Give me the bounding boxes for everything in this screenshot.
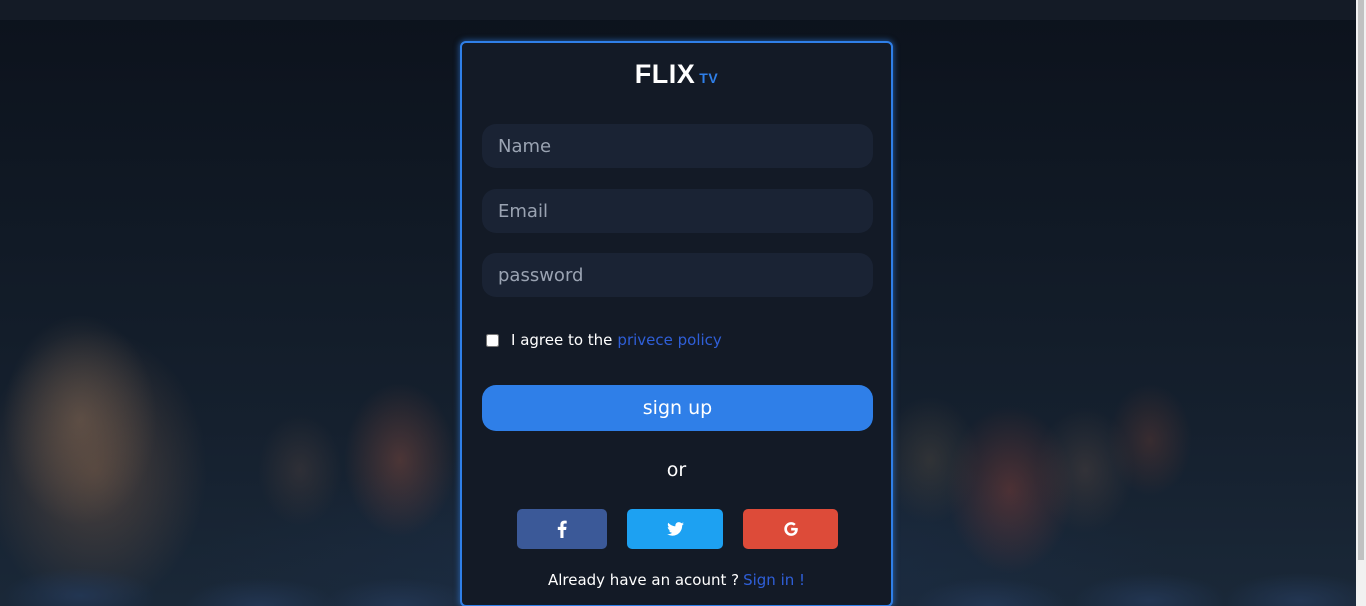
- email-field[interactable]: [482, 189, 873, 233]
- signin-prompt-text: Already have an acount ?: [547, 571, 740, 589]
- vertical-scrollbar[interactable]: [1356, 0, 1366, 606]
- signin-prompt: Already have an acount ? Sign in !: [462, 571, 891, 589]
- password-field[interactable]: [482, 253, 873, 297]
- agree-row: I agree to the privece policy: [486, 331, 722, 349]
- agree-label: I agree to the: [511, 331, 613, 349]
- signup-button[interactable]: sign up: [482, 385, 873, 431]
- scrollbar-thumb[interactable]: [1358, 0, 1364, 560]
- google-button[interactable]: [743, 509, 838, 549]
- brand-name: FLIX: [634, 59, 696, 89]
- signin-link[interactable]: Sign in !: [743, 571, 805, 589]
- agree-checkbox[interactable]: [486, 333, 499, 347]
- top-bar: [0, 0, 1356, 20]
- facebook-button[interactable]: [517, 509, 607, 549]
- twitter-button[interactable]: [627, 509, 723, 549]
- google-icon: [783, 521, 799, 537]
- privacy-policy-link[interactable]: privece policy: [617, 331, 721, 349]
- or-divider: or: [666, 459, 687, 481]
- signup-card: FLIXTV I agree to the privece policy sig…: [460, 41, 893, 606]
- twitter-icon: [666, 522, 684, 536]
- name-field[interactable]: [482, 124, 873, 168]
- brand-logo: FLIX TV: [462, 59, 891, 90]
- page: FLIXTV I agree to the privece policy sig…: [0, 0, 1366, 606]
- facebook-icon: [557, 520, 567, 538]
- brand-suffix: TV: [699, 70, 719, 86]
